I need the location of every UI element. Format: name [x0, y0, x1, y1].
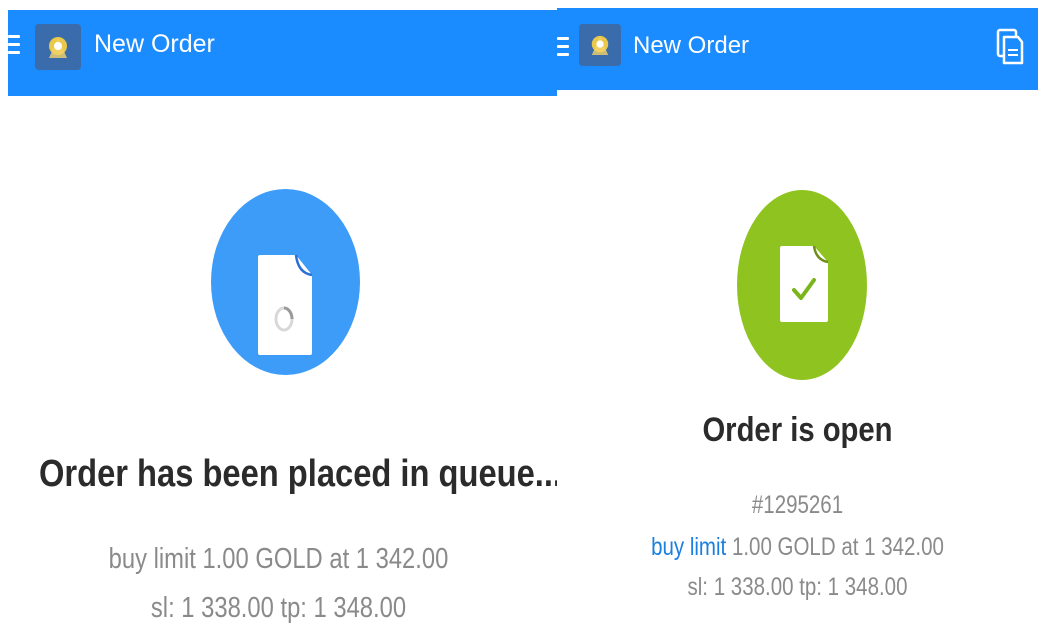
documents-icon[interactable]: [996, 28, 1024, 66]
hamburger-menu-icon[interactable]: [557, 37, 569, 57]
app-logo-icon: [35, 24, 81, 70]
order-details-line: buy limit 1.00 GOLD at 1 342.00: [108, 543, 449, 575]
app-bar-title: New Order: [633, 32, 750, 59]
order-open-screen: New Order Order is open #1295261 buy lim…: [557, 0, 1038, 631]
order-details-rest: 1.00 GOLD at 1 342.00: [726, 533, 944, 561]
status-heading: Order has been placed in queue...: [38, 453, 557, 495]
status-heading: Order is open: [702, 411, 893, 449]
app-bar: New Order: [8, 10, 557, 96]
app-bar-title: New Order: [94, 30, 215, 58]
document-pending-icon: [258, 254, 313, 355]
order-queued-screen: New Order Order has been placed in queue…: [0, 0, 557, 631]
ticket-number: #1295261: [751, 491, 844, 519]
stop-loss-take-profit-line: sl: 1 338.00 tp: 1 348.00: [150, 592, 407, 624]
app-bar: New Order: [557, 8, 1038, 90]
order-type-link[interactable]: buy limit: [651, 533, 726, 561]
stop-loss-take-profit-line: sl: 1 338.00 tp: 1 348.00: [687, 573, 908, 601]
document-check-icon: [780, 245, 829, 322]
app-logo-icon: [579, 24, 621, 66]
hamburger-menu-icon[interactable]: [8, 35, 20, 55]
order-details-line: buy limit 1.00 GOLD at 1 342.00: [600, 533, 994, 562]
